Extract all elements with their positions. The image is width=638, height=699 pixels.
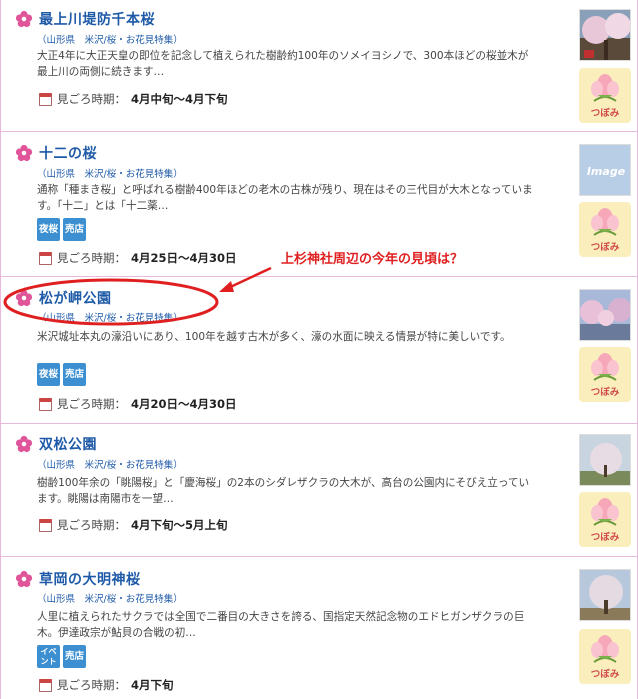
bloom-status-text: つぼみ [590,532,620,543]
calendar-icon [39,518,52,532]
entry-title-link[interactable]: 松が岬公園 [39,288,112,308]
sakura-photo-image [580,570,630,620]
entry-description: 米沢城址本丸の濠沿いにあり、100年を越す古木が多く、濠の水面に映える情景が特に… [37,331,511,343]
entry-category: （山形県 米沢/桜・お花見特集） [37,313,183,324]
bloom-status-badge: つぼみ [579,202,631,257]
placeholder-image-label: Image [586,164,626,178]
bud-icon [591,74,619,102]
entry-title-row: 十二の桜 [15,143,97,163]
bloom-status-text: つぼみ [590,669,620,680]
entry-title-row: 最上川堤防千本桜 [15,9,155,29]
entry-tags: 夜桜 売店 [37,218,86,241]
entry-tags: 夜桜 売店 [37,363,86,386]
bloom-status-text: つぼみ [590,108,620,119]
bud-icon [591,353,619,381]
sakura-photo-image [580,290,630,340]
sakura-icon [15,435,33,453]
entry-thumbnail[interactable] [579,569,631,621]
bloom-period: 見ごろ時期： 4月中旬～4月下旬 [39,91,228,107]
bloom-status-badge: つぼみ [579,68,631,123]
calendar-icon [39,397,52,411]
entry-title-row: 双松公園 [15,434,97,454]
period-label: 見ごろ時期： [57,251,126,265]
period-label: 見ごろ時期： [57,678,126,692]
list-item: 松が岬公園 （山形県 米沢/桜・お花見特集） 米沢城址本丸の濠沿いにあり、100… [1,277,637,424]
period-value: 4月中旬～4月下旬 [131,92,228,106]
period-label: 見ごろ時期： [57,397,126,411]
sakura-photo-image [580,435,630,485]
entry-title-row: 松が岬公園 [15,288,112,308]
bloom-status-text: つぼみ [590,387,620,398]
entry-description: 通称「種まき桜」と呼ばれる樹齢400年ほどの老木の古株が残り、現在はその三代目が… [37,184,533,212]
entry-tags: イベント 売店 [37,645,86,668]
bud-icon [591,498,619,526]
period-value: 4月25日～4月30日 [131,251,237,265]
bloom-status-badge: つぼみ [579,492,631,547]
list-item: 双松公園 （山形県 米沢/桜・お花見特集） 樹齢100年余の「眺陽桜」と「慶海桜… [1,424,637,557]
tag-shop: 売店 [63,218,86,241]
sakura-icon [15,10,33,28]
bud-icon [591,635,619,663]
bloom-period: 見ごろ時期： 4月20日～4月30日 [39,396,237,412]
bloom-period: 見ごろ時期： 4月25日～4月30日 [39,250,237,266]
tag-yozakura: 夜桜 [37,218,60,241]
bloom-status-badge: つぼみ [579,347,631,402]
entry-title-link[interactable]: 十二の桜 [39,143,97,163]
entry-thumbnail[interactable]: Image [579,144,631,196]
entry-category: （山形県 米沢/桜・お花見特集） [37,460,183,471]
period-value: 4月下旬～5月上旬 [131,518,228,532]
sakura-icon [15,289,33,307]
calendar-icon [39,678,52,692]
sakura-photo-image [580,10,630,60]
entry-description: 人里に植えられたサクラでは全国で二番目の大きさを誇る、国指定天然記念物のエドヒガ… [37,611,525,639]
period-value: 4月下旬 [131,678,174,692]
bud-icon [591,208,619,236]
list-item: 最上川堤防千本桜 （山形県 米沢/桜・お花見特集） 大正4年に大正天皇の即位を記… [1,0,637,132]
entry-description: 樹齢100年余の「眺陽桜」と「慶海桜」の2本のシダレザクラの大木が、高台の公園内… [37,477,530,505]
sakura-list: 最上川堤防千本桜 （山形県 米沢/桜・お花見特集） 大正4年に大正天皇の即位を記… [0,0,638,699]
tag-event: イベント [37,645,60,668]
entry-category: （山形県 米沢/桜・お花見特集） [37,169,183,180]
bloom-period: 見ごろ時期： 4月下旬～5月上旬 [39,517,228,533]
bloom-status-badge: つぼみ [579,629,631,684]
entry-thumbnail[interactable] [579,434,631,486]
sakura-icon [15,144,33,162]
period-label: 見ごろ時期： [57,518,126,532]
bloom-period: 見ごろ時期： 4月下旬 [39,677,174,693]
placeholder-image: Image [580,145,630,195]
entry-category: （山形県 米沢/桜・お花見特集） [37,35,183,46]
entry-title-row: 草岡の大明神桜 [15,569,141,589]
calendar-icon [39,92,52,106]
bloom-status-text: つぼみ [590,242,620,253]
tag-shop: 売店 [63,363,86,386]
entry-title-link[interactable]: 草岡の大明神桜 [39,569,141,589]
period-label: 見ごろ時期： [57,92,126,106]
entry-thumbnail[interactable] [579,289,631,341]
tag-shop: 売店 [63,645,86,668]
period-value: 4月20日～4月30日 [131,397,237,411]
entry-title-link[interactable]: 最上川堤防千本桜 [39,9,155,29]
calendar-icon [39,251,52,265]
entry-category: （山形県 米沢/桜・お花見特集） [37,594,183,605]
tag-yozakura: 夜桜 [37,363,60,386]
annotation-question: 上杉神社周辺の今年の見頃は？ [281,252,464,267]
list-item: 草岡の大明神桜 （山形県 米沢/桜・お花見特集） 人里に植えられたサクラでは全国… [1,557,637,699]
entry-title-link[interactable]: 双松公園 [39,434,97,454]
sakura-icon [15,570,33,588]
entry-thumbnail[interactable] [579,9,631,61]
entry-description: 大正4年に大正天皇の即位を記念して植えられた樹齢約100年のソメイヨシノで、30… [37,50,529,78]
